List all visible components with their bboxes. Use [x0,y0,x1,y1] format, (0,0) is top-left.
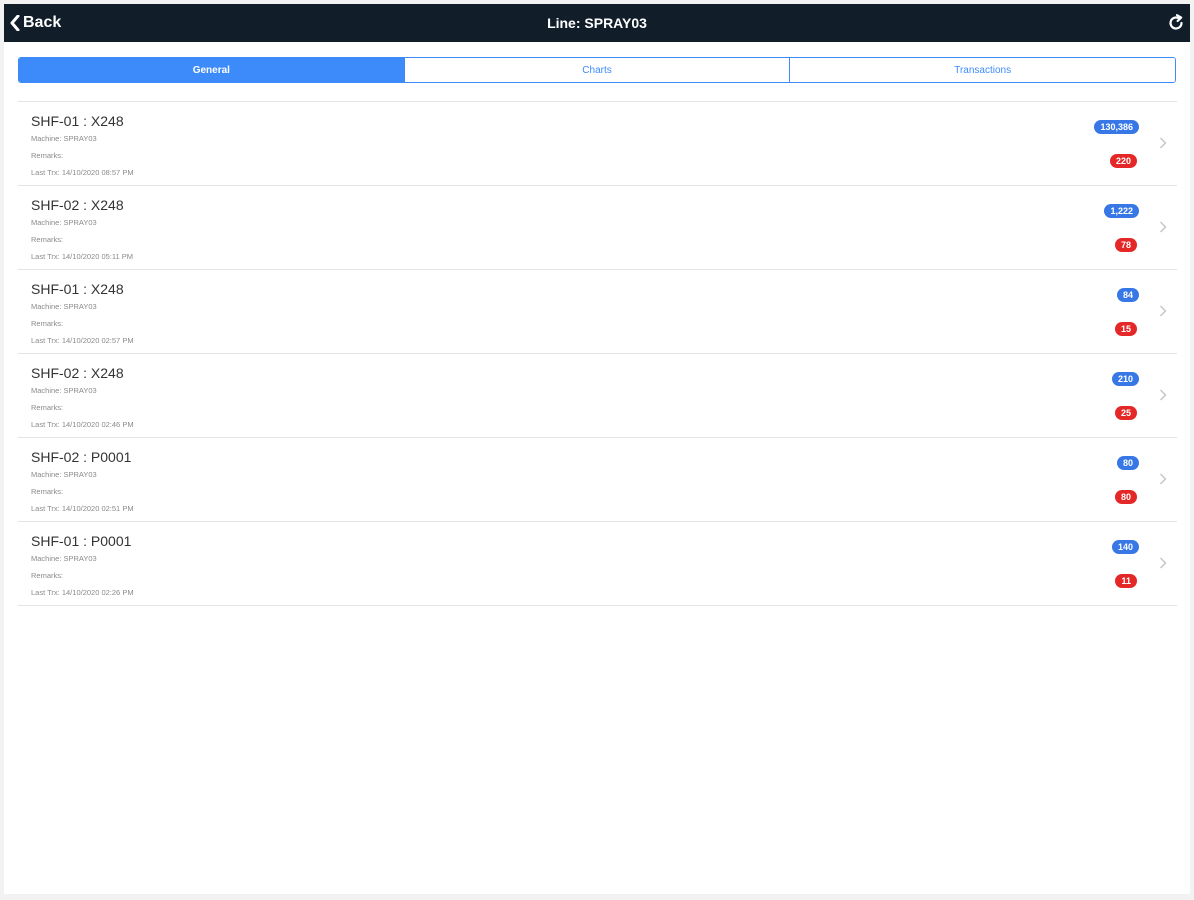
count-badge-red: 220 [1109,154,1137,168]
count-badge-red: 78 [1114,238,1137,252]
list-item-machine: Machine: SPRAY03 [31,386,97,395]
count-badge-blue: 80 [1116,456,1139,470]
list-item[interactable]: SHF-01 : P0001 Machine: SPRAY03 Remarks:… [18,522,1177,606]
chevron-left-icon [10,15,20,31]
list-item[interactable]: SHF-01 : X248 Machine: SPRAY03 Remarks: … [18,102,1177,186]
chevron-right-icon [1160,557,1167,569]
list-item-machine: Machine: SPRAY03 [31,218,97,227]
list-item-title: SHF-02 : X248 [31,197,124,213]
chevron-right-icon [1160,137,1167,149]
list-item-last-trx: Last Trx: 14/10/2020 02:46 PM [31,420,134,429]
list-item-machine: Machine: SPRAY03 [31,302,97,311]
back-button-label: Back [23,14,62,31]
list-item-last-trx: Last Trx: 14/10/2020 08:57 PM [31,168,134,177]
list-item-title: SHF-01 : X248 [31,281,124,297]
segmented-control: General Charts Transactions [18,57,1176,83]
list-item-remarks: Remarks: [31,571,64,580]
back-button[interactable]: Back [10,4,61,42]
list-item-last-trx: Last Trx: 14/10/2020 05:11 PM [31,252,134,261]
count-badge-blue: 140 [1111,540,1139,554]
navigation-bar: Back Line: SPRAY03 [4,4,1190,42]
list-item-title: SHF-01 : X248 [31,113,124,129]
chevron-right-icon [1160,305,1167,317]
count-badge-blue: 84 [1116,288,1139,302]
list-item-remarks: Remarks: [31,487,64,496]
count-badge-blue: 130,386 [1094,120,1139,134]
chevron-right-icon [1160,221,1167,233]
count-badge-red: 15 [1114,322,1137,336]
list-item[interactable]: SHF-01 : X248 Machine: SPRAY03 Remarks: … [18,270,1177,354]
app-frame: Back Line: SPRAY03 General Charts Transa… [4,4,1190,894]
list-item-remarks: Remarks: [31,403,64,412]
list-item[interactable]: SHF-02 : P0001 Machine: SPRAY03 Remarks:… [18,438,1177,522]
count-badge-red: 80 [1114,490,1137,504]
count-badge-blue: 1,222 [1104,204,1139,218]
list-item[interactable]: SHF-02 : X248 Machine: SPRAY03 Remarks: … [18,354,1177,438]
list-item[interactable]: SHF-02 : X248 Machine: SPRAY03 Remarks: … [18,186,1177,270]
list-item-last-trx: Last Trx: 14/10/2020 02:26 PM [31,588,134,597]
refresh-icon [1166,14,1186,37]
list-item-machine: Machine: SPRAY03 [31,470,97,479]
list-item-remarks: Remarks: [31,151,64,160]
list-item-last-trx: Last Trx: 14/10/2020 02:57 PM [31,336,134,345]
chevron-right-icon [1160,389,1167,401]
list-item-machine: Machine: SPRAY03 [31,554,97,563]
list-item-remarks: Remarks: [31,235,64,244]
tab-charts[interactable]: Charts [404,58,791,82]
count-badge-red: 25 [1114,406,1137,420]
list-item-title: SHF-02 : X248 [31,365,124,381]
chevron-right-icon [1160,473,1167,485]
list-item-machine: Machine: SPRAY03 [31,134,97,143]
list-item-title: SHF-02 : P0001 [31,449,132,465]
shift-list: SHF-01 : X248 Machine: SPRAY03 Remarks: … [18,101,1177,606]
refresh-button[interactable] [1166,13,1186,33]
tab-general[interactable]: General [19,58,405,82]
count-badge-red: 11 [1115,574,1137,588]
list-item-title: SHF-01 : P0001 [31,533,132,549]
count-badge-blue: 210 [1111,372,1139,386]
page-title: Line: SPRAY03 [547,15,647,31]
list-item-last-trx: Last Trx: 14/10/2020 02:51 PM [31,504,134,513]
tab-transactions[interactable]: Transactions [790,58,1175,82]
list-item-remarks: Remarks: [31,319,64,328]
